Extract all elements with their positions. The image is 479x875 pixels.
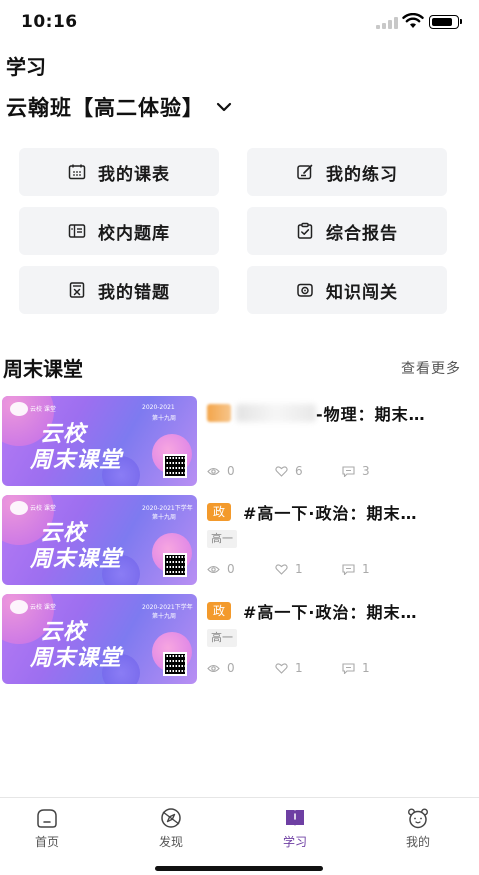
course-thumbnail: 云校 课堂 2020-2021 第十九周 云校 周末课堂 <box>2 396 197 486</box>
grid-label: 我的练习 <box>326 164 398 185</box>
blurred-title-prefix <box>236 404 316 422</box>
camera-challenge-icon <box>297 283 313 297</box>
wrong-answer-icon <box>69 282 85 298</box>
cellular-signal-icon <box>376 17 398 29</box>
tab-study[interactable]: 学习 <box>265 806 325 850</box>
bottom-tab-bar: 首页 发现 学习 我的 <box>0 797 479 875</box>
course-title: -物理：期末… <box>316 405 426 424</box>
home-icon <box>37 809 57 828</box>
course-stats: 0 1 1 <box>207 661 467 677</box>
report-button[interactable]: 综合报告 <box>247 207 447 255</box>
grid-label: 我的错题 <box>98 282 170 303</box>
heart-icon <box>275 662 288 674</box>
course-card[interactable]: 云校 课堂 2020-2021下学年 第十九周 云校 周末课堂 政 #高一下·政… <box>0 594 479 686</box>
view-count: 0 <box>207 464 235 478</box>
section-title: 周末课堂 <box>3 357 83 381</box>
like-count: 6 <box>275 464 303 478</box>
compass-icon <box>161 808 181 828</box>
heart-icon <box>275 465 288 477</box>
eye-icon <box>207 565 220 573</box>
like-count: 1 <box>275 562 303 576</box>
book-icon <box>286 810 304 826</box>
comment-count: 1 <box>342 562 370 576</box>
page-title: 学习 <box>6 55 46 79</box>
comment-count: 1 <box>342 661 370 675</box>
question-bank-button[interactable]: 校内题库 <box>19 207 219 255</box>
course-thumbnail: 云校 课堂 2020-2021下学年 第十九周 云校 周末课堂 <box>2 594 197 684</box>
eye-icon <box>207 467 220 475</box>
comment-count: 3 <box>342 464 370 478</box>
my-schedule-button[interactable]: 我的课表 <box>19 148 219 196</box>
school-logo-icon <box>10 600 28 614</box>
school-logo-icon <box>10 402 28 416</box>
edit-note-icon <box>297 164 313 180</box>
wifi-icon <box>402 13 424 28</box>
tab-profile[interactable]: 我的 <box>388 806 448 850</box>
comment-icon <box>342 662 355 674</box>
course-title: #高一下·政治：期末… <box>243 603 418 622</box>
qr-code-icon <box>163 652 187 676</box>
like-count: 1 <box>275 661 303 675</box>
grid-label: 我的课表 <box>98 164 170 185</box>
question-bank-icon <box>68 224 86 238</box>
qr-code-icon <box>163 454 187 478</box>
knowledge-challenge-button[interactable]: 知识闯关 <box>247 266 447 314</box>
course-stats: 0 6 3 <box>207 464 467 480</box>
chevron-down-icon <box>216 102 232 112</box>
grid-label: 综合报告 <box>326 223 398 244</box>
status-time: 10:16 <box>21 12 78 32</box>
subject-tag: 政 <box>207 602 231 620</box>
school-logo-icon <box>10 501 28 515</box>
course-title: #高一下·政治：期末… <box>243 504 418 523</box>
grid-label: 校内题库 <box>98 223 170 244</box>
course-card[interactable]: 云校 课堂 2020-2021 第十九周 云校 周末课堂 -物理：期末… 0 6… <box>0 396 479 488</box>
subject-tag: 政 <box>207 503 231 521</box>
grade-badge: 高一 <box>207 530 237 548</box>
comment-icon <box>342 563 355 575</box>
comment-icon <box>342 465 355 477</box>
home-indicator <box>155 866 323 871</box>
profile-bear-icon <box>408 808 428 829</box>
battery-icon <box>429 15 462 29</box>
tab-discover[interactable]: 发现 <box>141 806 201 850</box>
subject-tag <box>207 404 231 422</box>
class-selector[interactable]: 云翰班【高二体验】 <box>6 92 232 122</box>
qr-code-icon <box>163 553 187 577</box>
status-bar: 10:16 <box>0 0 479 44</box>
view-count: 0 <box>207 562 235 576</box>
class-name: 云翰班【高二体验】 <box>6 96 204 120</box>
view-count: 0 <box>207 661 235 675</box>
heart-icon <box>275 563 288 575</box>
my-practice-button[interactable]: 我的练习 <box>247 148 447 196</box>
see-more-link[interactable]: 查看更多 <box>401 358 461 378</box>
calendar-icon <box>68 164 86 180</box>
course-card[interactable]: 云校 课堂 2020-2021下学年 第十九周 云校 周末课堂 政 #高一下·政… <box>0 495 479 587</box>
grade-badge: 高一 <box>207 629 237 647</box>
course-stats: 0 1 1 <box>207 562 467 578</box>
grid-label: 知识闯关 <box>326 282 398 303</box>
tab-home[interactable]: 首页 <box>17 806 77 850</box>
course-thumbnail: 云校 课堂 2020-2021下学年 第十九周 云校 周末课堂 <box>2 495 197 585</box>
wrong-answers-button[interactable]: 我的错题 <box>19 266 219 314</box>
clipboard-check-icon <box>297 222 313 239</box>
eye-icon <box>207 664 220 672</box>
